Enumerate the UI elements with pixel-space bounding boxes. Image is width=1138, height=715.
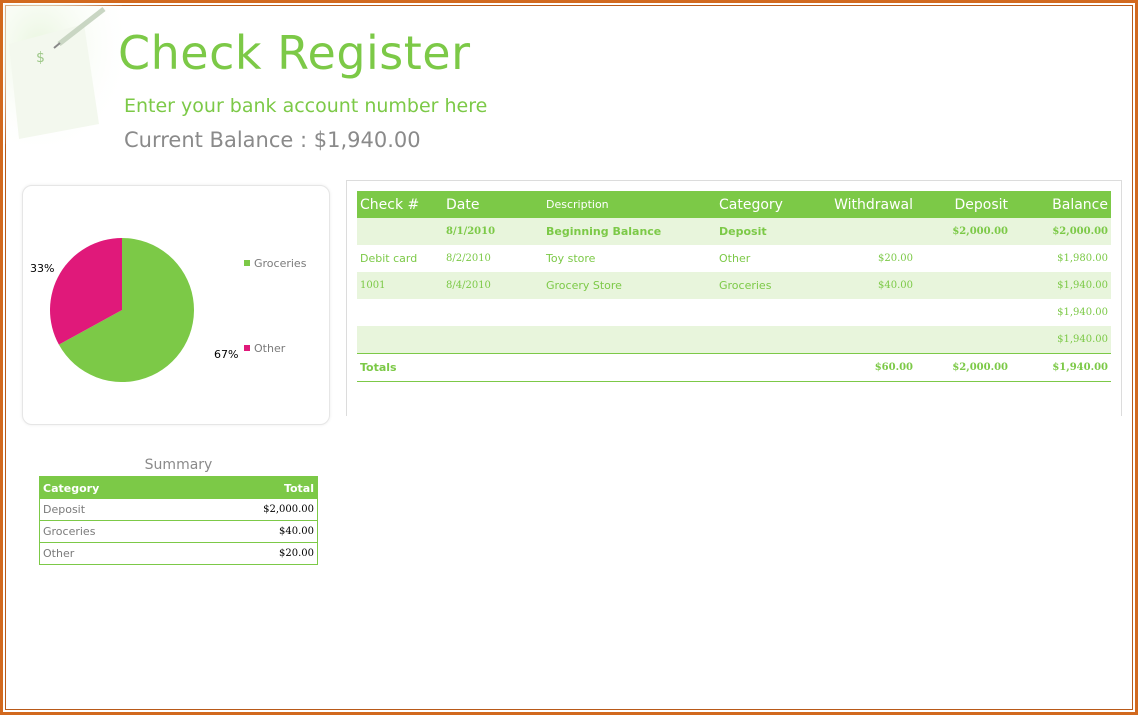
cell-date[interactable] [443,326,543,354]
legend-label-groceries: Groceries [254,257,307,270]
summary-header-row: Category Total [39,476,318,499]
cell-description[interactable]: Grocery Store [543,272,716,299]
legend-swatch-groceries [244,260,250,266]
page-title: Check Register [118,26,471,80]
pie-data-label-other: 33% [30,262,54,275]
summary-row: Groceries $40.00 [39,520,318,543]
register-row: 1001 8/4/2010 Grocery Store Groceries $4… [357,272,1111,299]
col-deposit[interactable]: Deposit [916,191,1011,218]
col-category[interactable]: Category [716,191,816,218]
cell-balance[interactable]: $1,980.00 [1011,245,1111,272]
totals-balance: $1,940.00 [1011,353,1111,382]
cell-deposit[interactable] [916,245,1011,272]
cell-deposit[interactable] [916,326,1011,354]
cell-description[interactable]: Beginning Balance [543,218,716,245]
register-row: $1,940.00 [357,299,1111,326]
col-withdrawal[interactable]: Withdrawal [816,191,916,218]
totals-empty [543,353,716,382]
cell-category[interactable] [716,326,816,354]
cell-date[interactable]: 8/1/2010 [443,218,543,245]
summary-row: Deposit $2,000.00 [39,499,318,521]
cell-check[interactable]: 1001 [357,272,443,299]
cell-withdrawal[interactable] [816,326,916,354]
summary-total[interactable]: $40.00 [184,520,318,543]
summary-total[interactable]: $20.00 [184,542,318,565]
register-header-row: Check # Date Description Category Withdr… [357,191,1111,218]
register-totals-row: Totals $60.00 $2,000.00 $1,940.00 [357,353,1111,382]
cell-description[interactable] [543,299,716,326]
cell-withdrawal[interactable]: $20.00 [816,245,916,272]
totals-empty [716,353,816,382]
summary-col-category[interactable]: Category [39,476,185,499]
col-check-number[interactable]: Check # [357,191,443,218]
cell-check[interactable] [357,326,443,354]
cell-balance[interactable]: $1,940.00 [1011,299,1111,326]
cell-balance[interactable]: $1,940.00 [1011,326,1111,354]
cell-check[interactable]: Debit card [357,245,443,272]
cell-description[interactable]: Toy store [543,245,716,272]
summary-total[interactable]: $2,000.00 [184,499,318,521]
current-balance: Current Balance : $1,940.00 [124,128,421,152]
cell-category[interactable] [716,299,816,326]
cell-deposit[interactable] [916,299,1011,326]
category-pie-chart[interactable]: 67% 33% Groceries Other [22,185,330,425]
col-description[interactable]: Description [543,191,716,218]
totals-label: Totals [357,353,443,382]
cell-category[interactable]: Other [716,245,816,272]
totals-deposit: $2,000.00 [916,353,1011,382]
check-pen-illustration: $ [4,4,122,144]
summary-category[interactable]: Other [39,542,185,565]
cell-deposit[interactable]: $2,000.00 [916,218,1011,245]
pie-data-label-groceries: 67% [214,348,238,361]
legend-swatch-other [244,345,250,351]
cell-withdrawal[interactable] [816,218,916,245]
totals-empty [443,353,543,382]
cell-withdrawal[interactable] [816,299,916,326]
summary-category[interactable]: Deposit [39,499,185,521]
cell-category[interactable]: Deposit [716,218,816,245]
cell-date[interactable]: 8/2/2010 [443,245,543,272]
cell-category[interactable]: Groceries [716,272,816,299]
register-table: Check # Date Description Category Withdr… [357,191,1111,382]
totals-withdrawal: $60.00 [816,353,916,382]
cell-date[interactable]: 8/4/2010 [443,272,543,299]
col-date[interactable]: Date [443,191,543,218]
account-number-field[interactable]: Enter your bank account number here [124,95,487,117]
cell-date[interactable] [443,299,543,326]
cell-withdrawal[interactable]: $40.00 [816,272,916,299]
col-balance[interactable]: Balance [1011,191,1111,218]
summary-row: Other $20.00 [39,542,318,565]
cell-deposit[interactable] [916,272,1011,299]
legend-label-other: Other [254,342,286,355]
summary-col-total[interactable]: Total [184,476,318,499]
register-row: $1,940.00 [357,326,1111,354]
summary-table: Category Total Deposit $2,000.00 Groceri… [39,476,318,565]
svg-text:$: $ [36,50,45,66]
summary-category[interactable]: Groceries [39,520,185,543]
register-row: 8/1/2010 Beginning Balance Deposit $2,00… [357,218,1111,245]
cell-balance[interactable]: $1,940.00 [1011,272,1111,299]
cell-check[interactable] [357,218,443,245]
summary-title: Summary [144,457,213,473]
pie-chart-svg: 67% 33% Groceries Other [30,238,307,382]
register-row: Debit card 8/2/2010 Toy store Other $20.… [357,245,1111,272]
cell-check[interactable] [357,299,443,326]
cell-balance[interactable]: $2,000.00 [1011,218,1111,245]
cell-description[interactable] [543,326,716,354]
